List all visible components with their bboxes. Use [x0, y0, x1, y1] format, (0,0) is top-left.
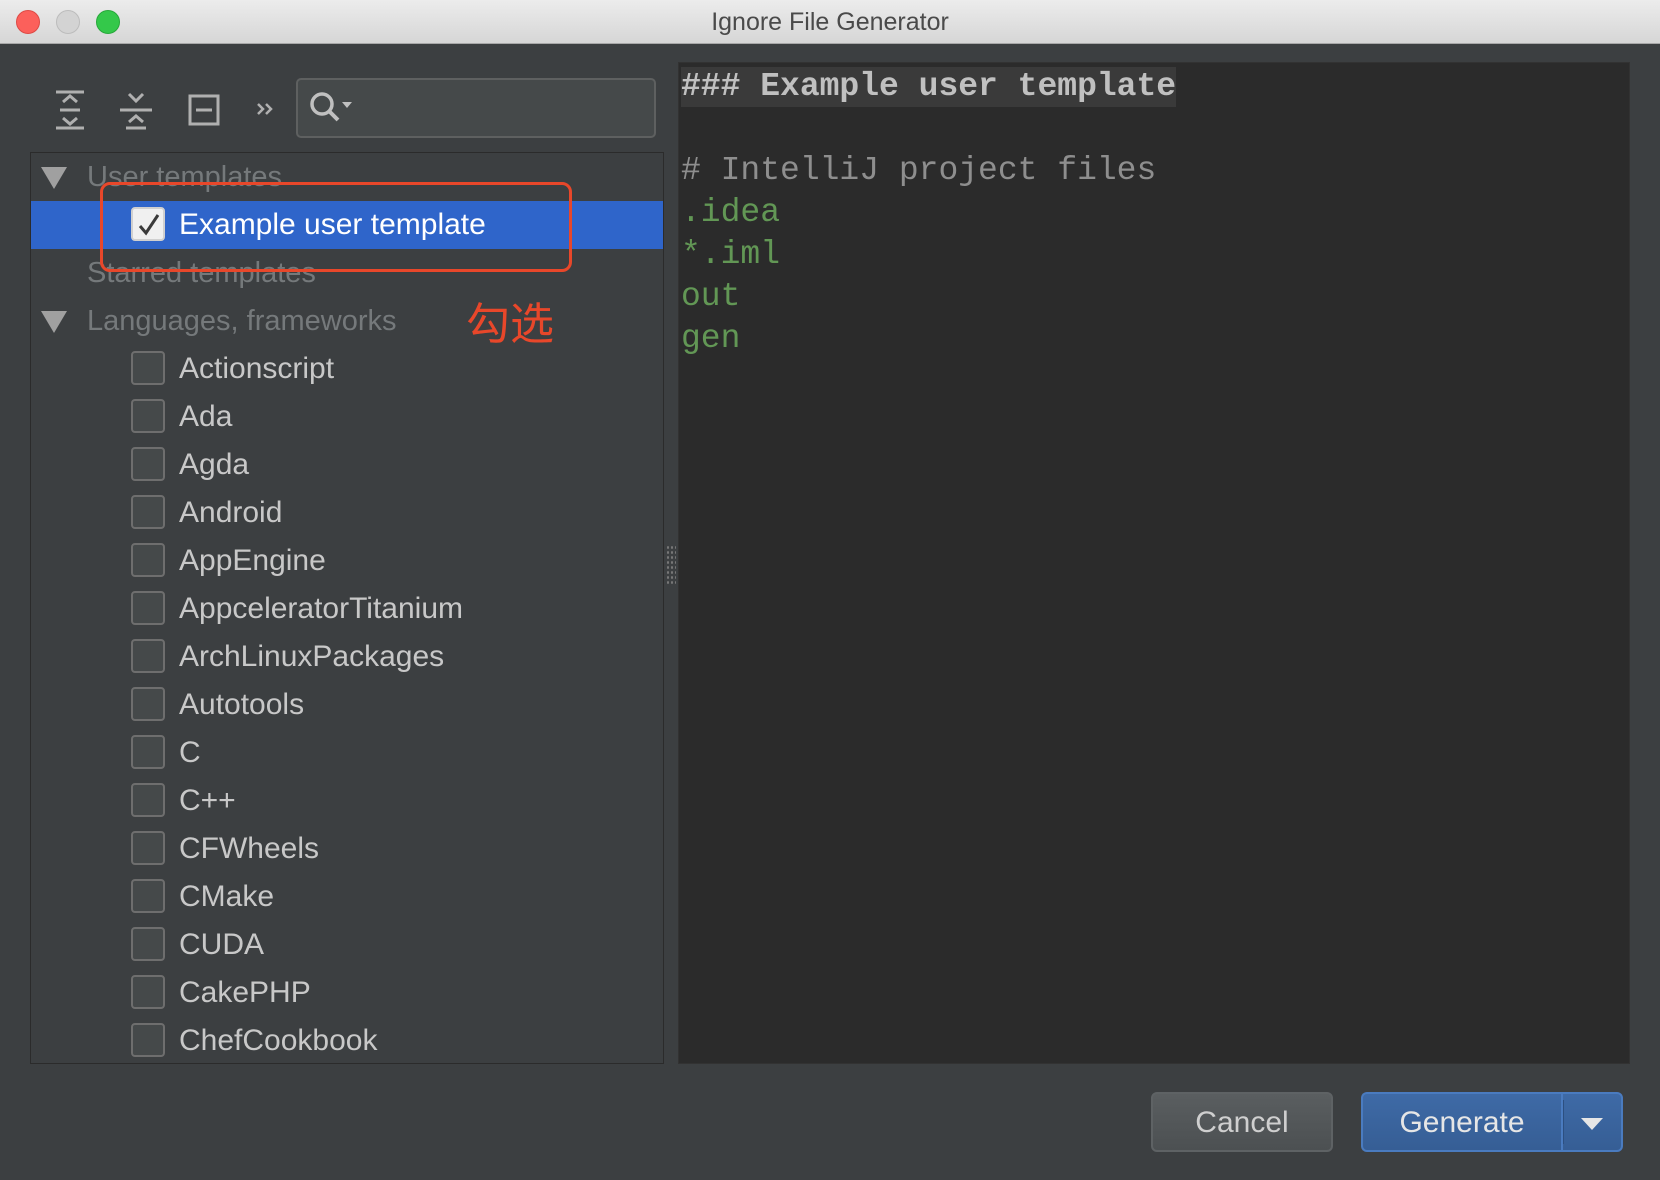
- item-label: Autotools: [179, 688, 305, 721]
- checkbox[interactable]: [131, 879, 165, 913]
- preview-entry-line: .idea: [681, 194, 781, 231]
- tree-item[interactable]: ChefCookbook: [31, 1017, 663, 1063]
- item-label: Agda: [179, 448, 250, 481]
- item-label: Ada: [179, 400, 233, 433]
- item-label: CMake: [179, 880, 275, 913]
- checkbox[interactable]: [131, 831, 165, 865]
- checkbox[interactable]: [131, 927, 165, 961]
- checkbox[interactable]: [131, 1023, 165, 1057]
- checkbox[interactable]: [131, 783, 165, 817]
- checkbox[interactable]: [131, 591, 165, 625]
- tree-item[interactable]: CFWheels: [31, 825, 663, 873]
- item-label: CFWheels: [179, 832, 320, 865]
- checkbox[interactable]: [131, 687, 165, 721]
- tree-item[interactable]: Actionscript: [31, 345, 663, 393]
- preview-entry-line: gen: [681, 320, 741, 357]
- checkbox[interactable]: [131, 351, 165, 385]
- group-label: Languages, frameworks: [87, 305, 397, 337]
- checkbox[interactable]: [131, 735, 165, 769]
- more-icon[interactable]: [252, 88, 292, 132]
- item-label: C: [179, 736, 201, 769]
- tree-item[interactable]: C: [31, 729, 663, 777]
- tree-item[interactable]: CUDA: [31, 921, 663, 969]
- hide-panel-icon[interactable]: [184, 88, 224, 132]
- tree-item[interactable]: Autotools: [31, 681, 663, 729]
- expand-arrow-icon[interactable]: [41, 311, 67, 333]
- cancel-button[interactable]: Cancel: [1151, 1092, 1333, 1152]
- item-label: ArchLinuxPackages: [179, 640, 445, 673]
- checkbox[interactable]: [131, 399, 165, 433]
- preview-comment-line: # IntelliJ project files: [681, 152, 1157, 189]
- checkbox[interactable]: [131, 639, 165, 673]
- template-tree: User templates Example user template Sta…: [30, 152, 664, 1064]
- tree-item[interactable]: AppEngine: [31, 537, 663, 585]
- item-label: CUDA: [179, 928, 265, 961]
- preview-header-line: ### Example user template: [681, 67, 1177, 107]
- window-title: Ignore File Generator: [711, 8, 949, 36]
- search-input[interactable]: [360, 88, 644, 130]
- tree-item[interactable]: CakePHP: [31, 969, 663, 1017]
- tree-item[interactable]: AppceleratorTitanium: [31, 585, 663, 633]
- preview-entry-line: out: [681, 278, 741, 315]
- expand-arrow-icon[interactable]: [41, 167, 67, 189]
- checkbox[interactable]: [131, 495, 165, 529]
- item-label: Actionscript: [179, 352, 335, 385]
- collapse-all-icon[interactable]: [116, 88, 156, 132]
- item-label: CakePHP: [179, 976, 311, 1009]
- button-separator: [1563, 1100, 1564, 1144]
- item-label: C++: [179, 784, 236, 817]
- item-label: ChefCookbook: [179, 1024, 378, 1057]
- search-icon[interactable]: [308, 90, 358, 126]
- annotation-label: 勾选: [466, 299, 554, 350]
- item-label: AppceleratorTitanium: [179, 592, 464, 625]
- preview-entry-line: *.iml: [681, 236, 781, 273]
- expand-all-icon[interactable]: [50, 88, 90, 132]
- checkbox[interactable]: [131, 543, 165, 577]
- tree-item[interactable]: C++: [31, 777, 663, 825]
- tree-item[interactable]: Ada: [31, 393, 663, 441]
- item-label: AppEngine: [179, 544, 326, 577]
- tree-group-languages[interactable]: Languages, frameworks: [31, 297, 663, 345]
- generate-button[interactable]: Generate: [1361, 1092, 1561, 1152]
- checkbox[interactable]: [131, 447, 165, 481]
- panel-splitter[interactable]: [666, 545, 676, 585]
- tree-item[interactable]: Android: [31, 489, 663, 537]
- tree-item[interactable]: ArchLinuxPackages: [31, 633, 663, 681]
- tree-item[interactable]: Agda: [31, 441, 663, 489]
- template-preview[interactable]: ### Example user template # IntelliJ pro…: [678, 62, 1630, 1064]
- chevron-down-icon: [1581, 1118, 1603, 1130]
- title-bar: Ignore File Generator: [0, 0, 1660, 44]
- item-label: Android: [179, 496, 283, 529]
- tree-item[interactable]: CMake: [31, 873, 663, 921]
- search-box[interactable]: [296, 78, 656, 138]
- checkbox[interactable]: [131, 975, 165, 1009]
- annotation-highlight-box: [100, 182, 572, 272]
- generate-options-button[interactable]: [1561, 1092, 1623, 1152]
